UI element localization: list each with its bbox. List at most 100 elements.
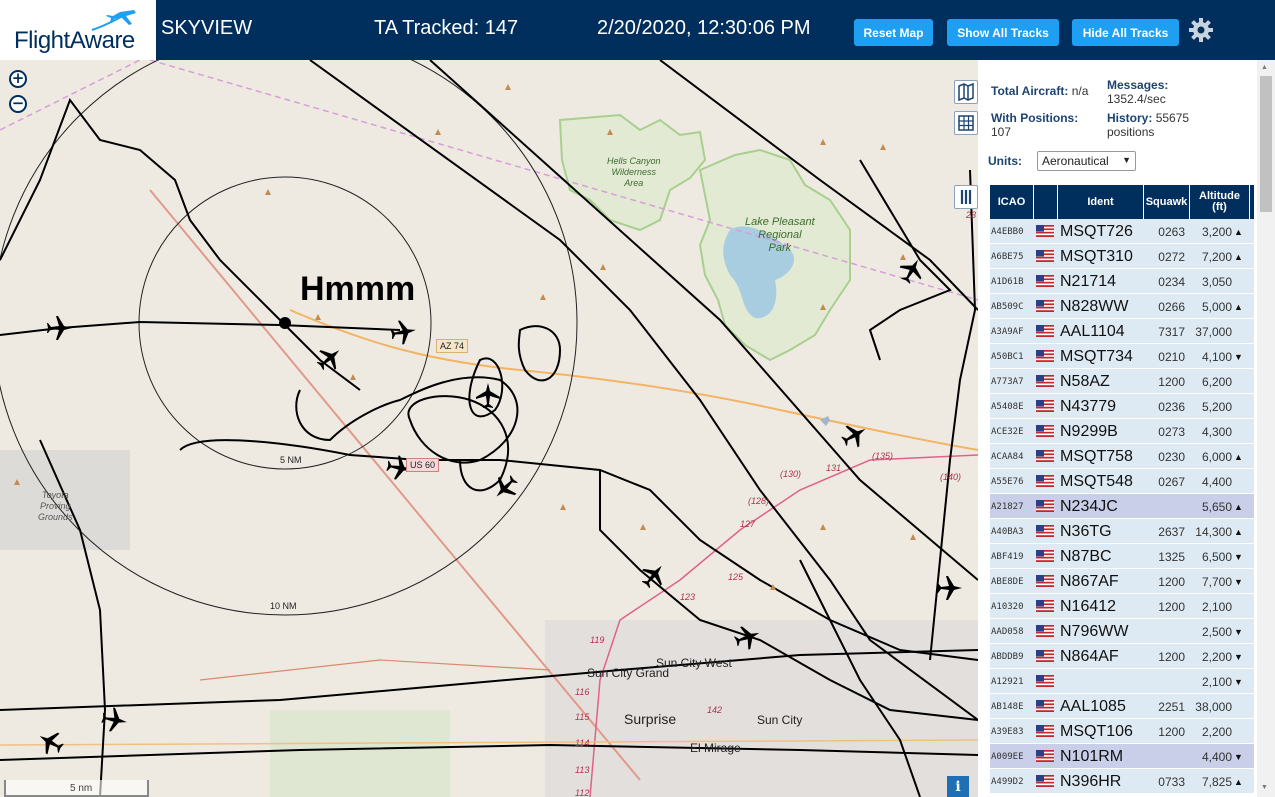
table-row[interactable]: ABF419 N87BC 1325 6,500 ▼: [990, 544, 1254, 569]
icao-cell: A39E83: [991, 726, 1024, 737]
us-flag-icon: [1036, 650, 1054, 662]
us-flag-icon: [1036, 525, 1054, 537]
scroll-thumb[interactable]: [1260, 76, 1272, 212]
receiver-site: [279, 317, 291, 329]
road-130-label: (130): [780, 469, 802, 479]
ident-cell: N234JC: [1060, 497, 1118, 515]
road-135-label: (135): [872, 451, 894, 461]
altitude-cell: 2,100: [1201, 599, 1232, 614]
table-row[interactable]: AB509C N828WW 0266 5,000 ▲: [990, 294, 1254, 319]
altitude-cell: 5,650: [1201, 499, 1232, 514]
history-stat: History: 55675 positions: [1107, 111, 1190, 139]
table-row[interactable]: A009EE N101RM 4,400 ▼: [990, 744, 1254, 769]
sidebar-scrollbar[interactable]: ▲ ▼: [1257, 60, 1275, 797]
table-row[interactable]: A6BE75 MSQT310 0272 7,200 ▲: [990, 244, 1254, 269]
altitude-trend-icon: ▼: [1234, 626, 1243, 637]
map-canvas: [0, 60, 978, 797]
column-squawk[interactable]: Squawk: [1144, 185, 1190, 219]
ident-cell: N864AF: [1060, 647, 1119, 665]
ident-cell: N796WW: [1060, 622, 1129, 640]
table-row[interactable]: A10320 N16412 1200 2,100: [990, 594, 1254, 619]
road-114-label: 114: [575, 738, 590, 748]
column-flag[interactable]: [1034, 185, 1058, 219]
table-row[interactable]: ABE8DE N867AF 1200 7,700 ▼: [990, 569, 1254, 594]
squawk-cell: 0263: [1158, 224, 1185, 239]
table-row[interactable]: A40BA3 N36TG 2637 14,300 ▲: [990, 519, 1254, 544]
table-row[interactable]: A3A9AF AAL1104 7317 37,000: [990, 319, 1254, 344]
annotation-text: Hmmm: [300, 270, 416, 308]
icao-cell: ABDDB9: [991, 651, 1024, 662]
table-row[interactable]: ABDDB9 N864AF 1200 2,200 ▼: [990, 644, 1254, 669]
altitude-cell: 4,300: [1201, 424, 1232, 439]
table-row[interactable]: A773A7 N58AZ 1200 6,200: [990, 369, 1254, 394]
altitude-trend-icon: ▼: [1234, 751, 1243, 762]
table-row[interactable]: A12921 2,100 ▼: [990, 669, 1254, 694]
table-row[interactable]: A4EBB0 MSQT726 0263 3,200 ▲: [990, 219, 1254, 244]
scroll-up-icon[interactable]: ▲: [1261, 64, 1268, 71]
scroll-down-icon[interactable]: ▼: [1261, 784, 1268, 791]
zoom-out-button[interactable]: −: [9, 95, 27, 113]
squawk-cell: 1200: [1158, 649, 1185, 664]
altitude-cell: 3,200: [1201, 224, 1232, 239]
icao-cell: A40BA3: [991, 526, 1024, 537]
ring-5nm-label: 5 NM: [280, 455, 302, 465]
ident-cell: N16412: [1060, 597, 1117, 615]
map-layers-button[interactable]: [954, 80, 978, 104]
table-row[interactable]: AAD058 N796WW 2,500 ▼: [990, 619, 1254, 644]
road-140-label: (140): [940, 472, 962, 482]
us-flag-icon: [1036, 450, 1054, 462]
altitude-cell: 7,200: [1201, 249, 1232, 264]
reset-map-button[interactable]: Reset Map: [854, 19, 933, 46]
table-row[interactable]: A39E83 MSQT106 1200 2,200: [990, 719, 1254, 744]
table-row[interactable]: A50BC1 MSQT734 0210 4,100 ▼: [990, 344, 1254, 369]
altitude-cell: 14,300: [1195, 524, 1232, 539]
units-select[interactable]: Aeronautical ▼: [1037, 151, 1136, 171]
squawk-cell: 0236: [1158, 399, 1185, 414]
column-altitude[interactable]: Altitude (ft): [1190, 185, 1250, 219]
map-view[interactable]: Hmmm Hells Canyon Wilderness Area Lake P…: [0, 60, 978, 797]
hide-all-tracks-button[interactable]: Hide All Tracks: [1072, 19, 1179, 46]
ident-cell: N58AZ: [1060, 372, 1110, 390]
altitude-cell: 4,400: [1201, 749, 1232, 764]
tracked-count: TA Tracked: 147: [374, 17, 519, 39]
altitude-trend-icon: [1234, 269, 1244, 294]
info-button[interactable]: i: [947, 776, 969, 797]
icao-cell: A6BE75: [991, 251, 1024, 262]
table-row[interactable]: A55E76 MSQT548 0267 4,400: [990, 469, 1254, 494]
icao-cell: A3A9AF: [991, 326, 1024, 337]
squawk-cell: 1200: [1158, 599, 1185, 614]
us-flag-icon: [1036, 325, 1054, 337]
toggle-columns-button[interactable]: [954, 185, 978, 209]
road-123-label: 123: [680, 592, 696, 602]
table-row[interactable]: ACE32E N9299B 0273 4,300: [990, 419, 1254, 444]
gear-icon[interactable]: [1188, 17, 1214, 43]
urban-area: [545, 620, 978, 797]
show-all-tracks-button[interactable]: Show All Tracks: [947, 19, 1059, 46]
units-row: Units: Aeronautical ▼: [988, 151, 1136, 171]
map-grid-button[interactable]: [954, 111, 978, 135]
ident-cell: N101RM: [1060, 747, 1124, 765]
altitude-cell: 37,000: [1195, 324, 1232, 339]
squawk-cell: 1200: [1158, 724, 1185, 739]
column-icao[interactable]: ICAO: [990, 185, 1034, 219]
flightaware-logo[interactable]: FlightAware: [0, 0, 156, 60]
altitude-trend-icon: ▼: [1234, 576, 1243, 587]
table-row[interactable]: A1D61B N21714 0234 3,050: [990, 269, 1254, 294]
road-23-label: 23: [966, 210, 977, 220]
icao-cell: ABE8DE: [991, 576, 1024, 587]
zoom-in-button[interactable]: +: [9, 70, 27, 88]
local-road: [199, 659, 551, 681]
table-row[interactable]: A5408E N43779 0236 5,200: [990, 394, 1254, 419]
altitude-trend-icon: [1234, 594, 1244, 619]
total-aircraft-stat: Total Aircraft: n/a: [991, 84, 1089, 98]
road-113-label: 113: [575, 765, 590, 775]
table-row[interactable]: AB148E AAL1085 2251 38,000: [990, 694, 1254, 719]
us-flag-icon: [1036, 250, 1054, 262]
airport-marker: [820, 416, 830, 426]
us-flag-icon: [1036, 350, 1054, 362]
table-row[interactable]: A499D2 N396HR 0733 7,825 ▲: [990, 769, 1254, 794]
column-ident[interactable]: Ident: [1058, 185, 1144, 219]
table-row[interactable]: A21827 N234JC 5,650 ▲: [990, 494, 1254, 519]
table-row[interactable]: ACAA84 MSQT758 0230 6,000 ▲: [990, 444, 1254, 469]
squawk-cell: 0234: [1158, 274, 1185, 289]
